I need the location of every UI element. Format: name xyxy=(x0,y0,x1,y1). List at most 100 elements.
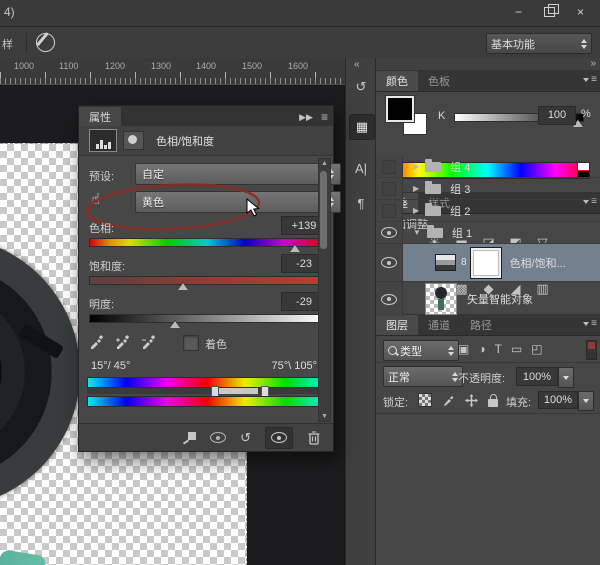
blend-mode-dropdown[interactable]: 正常 xyxy=(383,366,463,387)
layer-row-group3[interactable]: ▶ 组 3 xyxy=(376,178,600,200)
subtract-eyedropper-icon[interactable] xyxy=(141,334,156,352)
lock-move-icon[interactable] xyxy=(465,394,478,407)
collapse-triangle-icon[interactable]: ▶ xyxy=(413,206,419,215)
tab-layers[interactable]: 图层 xyxy=(376,315,418,335)
filter-type-layers-icon[interactable]: T xyxy=(495,342,502,356)
workspace-selector[interactable]: 基本功能 xyxy=(486,33,592,54)
visibility-eye-icon xyxy=(381,294,397,305)
filter-kind-dropdown[interactable]: 类型 xyxy=(383,340,459,361)
layer-row-group1[interactable]: ▼ 组 1 xyxy=(376,222,600,244)
layers-panel-menu-icon[interactable]: ≡ xyxy=(583,318,597,329)
layer-name: 组 3 xyxy=(450,181,470,197)
filter-pixel-layers-icon[interactable]: ▣ xyxy=(458,342,469,356)
ruler-tick-label: 1500 xyxy=(242,61,262,71)
saturation-slider-thumb[interactable] xyxy=(178,283,188,290)
hue-slider-thumb[interactable] xyxy=(290,245,300,252)
delete-adjustment-icon[interactable] xyxy=(307,430,321,445)
fill-dropdown-button[interactable] xyxy=(578,391,594,411)
layer-row-smart-object[interactable]: 矢量智能对象 xyxy=(376,282,600,316)
filter-smart-objects-icon[interactable]: ◰ xyxy=(531,342,542,356)
visibility-cell[interactable] xyxy=(376,282,403,316)
opacity-value[interactable]: 100% xyxy=(516,367,558,386)
smart-object-thumbnail[interactable] xyxy=(425,283,457,315)
minimize-icon: − xyxy=(515,5,522,19)
visibility-cell[interactable] xyxy=(376,200,403,221)
close-button[interactable]: × xyxy=(567,3,594,21)
thumbnail-artwork xyxy=(438,299,444,310)
colorize-checkbox[interactable] xyxy=(183,335,199,351)
lock-all-icon[interactable] xyxy=(488,399,498,407)
minimize-button[interactable]: − xyxy=(505,3,532,21)
lightness-slider-thumb[interactable] xyxy=(170,321,180,328)
adjustment-header: 色相/饱和度 xyxy=(79,126,333,156)
scrollbar-thumb[interactable] xyxy=(320,171,327,249)
targeted-adjustment-hand-icon[interactable]: ☝ xyxy=(91,190,100,208)
saturation-slider[interactable] xyxy=(89,276,325,285)
layer-row-group2[interactable]: ▶ 组 2 xyxy=(376,200,600,222)
layer-name: 色相/饱和... xyxy=(510,255,566,271)
restore-button[interactable] xyxy=(536,3,563,21)
opacity-dropdown-button[interactable] xyxy=(558,367,574,388)
collapse-dock-icon[interactable]: « xyxy=(354,59,359,70)
hue-wheel-bar-bottom[interactable] xyxy=(87,396,327,407)
lock-transparency-icon[interactable] xyxy=(418,393,432,407)
collapse-triangle-icon[interactable]: ▶ xyxy=(413,184,419,193)
paragraph-panel-button[interactable]: ¶ xyxy=(349,191,373,215)
ruler-tick-label: 1000 xyxy=(14,61,34,71)
lock-paint-icon[interactable] xyxy=(442,394,455,407)
visibility-cell[interactable] xyxy=(376,178,403,199)
color-panel-menu-icon[interactable]: ≡ xyxy=(583,74,597,85)
layer-row-hue-saturation[interactable]: 8 色相/饱和... xyxy=(376,244,600,282)
photoshop-window: 4) − × 样 基本功能 1000 1100 1200 1300 1400 1… xyxy=(0,0,600,565)
tab-swatches[interactable]: 色板 xyxy=(418,71,460,91)
eyedropper-icon[interactable] xyxy=(89,334,104,352)
layer-name: 组 2 xyxy=(450,203,470,219)
history-panel-button[interactable]: ↺ xyxy=(349,75,373,99)
properties-panel-button[interactable]: ▦ xyxy=(349,114,375,140)
add-eyedropper-icon[interactable] xyxy=(115,334,130,352)
filter-toggle-button[interactable] xyxy=(586,340,597,360)
adjustment-layer-thumbnail[interactable] xyxy=(435,254,456,271)
tab-color[interactable]: 颜色 xyxy=(376,71,418,91)
visibility-cell[interactable] xyxy=(376,222,403,243)
visibility-cell[interactable] xyxy=(376,244,403,281)
preset-value: 自定 xyxy=(142,166,322,182)
opacity-label: 不透明度: xyxy=(458,370,505,386)
mask-icon[interactable] xyxy=(123,131,144,150)
filter-adjustment-layers-icon[interactable]: ◑ xyxy=(478,342,485,356)
previous-state-icon[interactable] xyxy=(210,432,226,443)
properties-panel-menu-icon[interactable]: ≡ xyxy=(321,110,328,124)
properties-action-bar: ↺ xyxy=(79,423,333,451)
tab-properties[interactable]: 属性 xyxy=(79,107,121,126)
hue-wheel-bar-top[interactable] xyxy=(87,377,327,388)
character-panel-button[interactable]: A| xyxy=(349,156,373,180)
clip-to-layer-icon[interactable] xyxy=(183,432,196,443)
hue-range-indicator[interactable] xyxy=(87,388,325,394)
collapse-panel-icon[interactable]: ▶▶ xyxy=(299,112,313,123)
targeted-adjustment-tool-icon[interactable] xyxy=(36,33,55,52)
k-value-box[interactable]: 100 xyxy=(538,106,576,125)
tab-paths[interactable]: 路径 xyxy=(460,315,502,335)
hue-slider[interactable] xyxy=(89,238,325,247)
properties-scrollbar[interactable]: ▲ ▼ xyxy=(318,158,331,422)
color-panel-tabbar: 颜色 色板 xyxy=(376,70,600,92)
visibility-cell[interactable] xyxy=(376,156,403,177)
expand-panels-icon[interactable]: » xyxy=(590,58,595,69)
collapse-triangle-icon[interactable]: ▶ xyxy=(413,162,419,171)
channel-dropdown[interactable]: 黄色 xyxy=(135,191,341,213)
preset-dropdown[interactable]: 自定 xyxy=(135,163,341,185)
lightness-slider[interactable] xyxy=(89,314,325,323)
scroll-down-icon[interactable]: ▼ xyxy=(321,413,328,420)
reset-icon[interactable]: ↺ xyxy=(240,430,251,446)
foreground-color-swatch[interactable] xyxy=(386,96,414,122)
adjustment-title: 色相/饱和度 xyxy=(156,133,214,149)
hue-range-segment[interactable] xyxy=(218,388,258,394)
fill-value[interactable]: 100% xyxy=(538,391,578,409)
toggle-visibility-button[interactable] xyxy=(265,427,293,449)
expand-triangle-icon[interactable]: ▼ xyxy=(413,228,421,237)
tab-channels[interactable]: 通道 xyxy=(418,315,460,335)
filter-shape-layers-icon[interactable]: ▭ xyxy=(511,342,522,356)
layer-row-group4[interactable]: ▶ 组 4 xyxy=(376,156,600,178)
scroll-up-icon[interactable]: ▲ xyxy=(321,160,328,167)
layer-mask-thumbnail[interactable] xyxy=(471,248,501,278)
